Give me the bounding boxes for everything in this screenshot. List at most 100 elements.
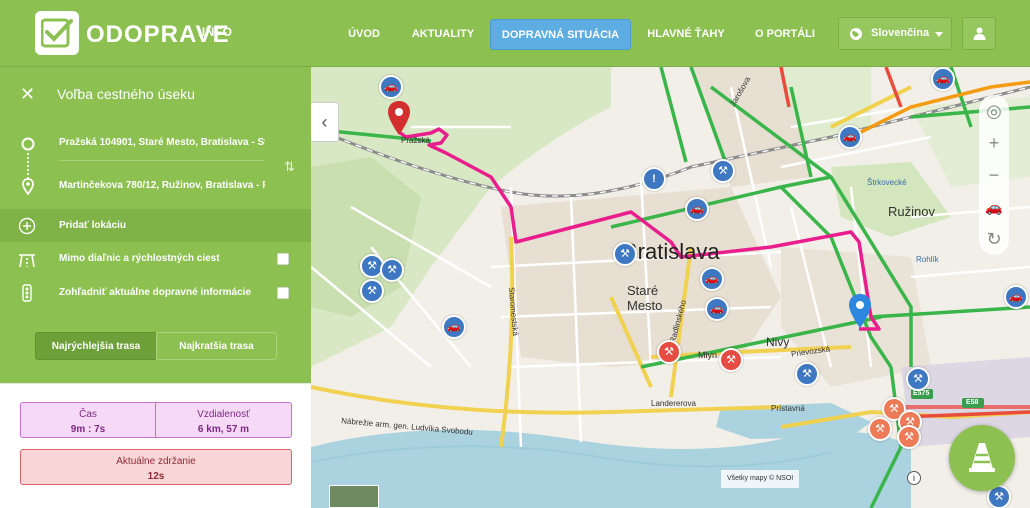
route-to-row[interactable]: Martinčekova 780/12, Ružinov, Bratislava… <box>0 170 272 204</box>
info-icon[interactable]: i <box>907 471 921 485</box>
car-icon: 🚗 <box>447 321 461 333</box>
road-shield-e575: E575 <box>913 390 930 397</box>
roadwork-icon: ⚒ <box>620 248 630 260</box>
label-strkovecke: Štrkovecké <box>867 178 907 187</box>
chevron-down-icon <box>935 32 943 37</box>
traffic-light-icon <box>22 284 32 302</box>
distance-value: 6 km, 57 m <box>197 424 250 435</box>
roadwork-icon: ⚒ <box>367 260 377 272</box>
road-shield-e58: E58 <box>966 399 979 406</box>
globe-icon <box>850 28 862 40</box>
route-from-input[interactable]: Pražská 104901, Staré Mesto, Bratislava … <box>59 137 265 148</box>
delay-value: 12s <box>147 471 165 482</box>
time-value: 9m : 7s <box>70 424 106 435</box>
roadwork-icon: ⚒ <box>664 346 674 358</box>
roadwork-icon: ⚒ <box>904 431 914 443</box>
car-icon: 🚗 <box>705 273 719 285</box>
refresh-icon[interactable]: ↻ <box>979 223 1009 255</box>
language-select[interactable]: Slovenčina <box>838 17 952 50</box>
logo-check-icon[interactable] <box>35 11 79 55</box>
traffic-jam-marker[interactable]: 🚗 <box>838 125 862 149</box>
end-pin-icon[interactable] <box>848 293 872 329</box>
roadwork-fab-button[interactable] <box>949 425 1015 491</box>
traffic-jam-marker[interactable]: 🚗 <box>379 75 403 99</box>
car-icon: 🚗 <box>1009 291 1023 303</box>
nav-dopravna-situacia[interactable]: DOPRAVNÁ SITUÁCIA <box>490 19 631 50</box>
closure-marker[interactable]: ⚒ <box>719 348 743 372</box>
map-controls: ◎ + − 🚗 ↻ <box>979 95 1009 255</box>
distance-label: Vzdialenosť <box>197 409 250 420</box>
roadwork-marker[interactable]: ⚒ <box>360 279 384 303</box>
time-label: Čas <box>79 409 97 420</box>
roadwork-marker[interactable]: ⚒ <box>906 367 930 391</box>
nav-uvod[interactable]: ÚVOD <box>340 19 388 50</box>
route-results: Čas 9m : 7s Vzdialenosť 6 km, 57 m Aktuá… <box>0 383 311 508</box>
roadwork-marker[interactable]: ⚒ <box>380 258 404 282</box>
user-button[interactable] <box>962 17 996 50</box>
roadwork-icon: ⚒ <box>387 264 397 276</box>
user-icon <box>973 27 986 40</box>
traffic-jam-marker[interactable]: 🚗 <box>442 315 466 339</box>
traffic-info-checkbox[interactable] <box>277 287 289 299</box>
car-icon: 🚗 <box>384 81 398 93</box>
zoom-out-button[interactable]: − <box>979 159 1009 191</box>
roadwork-icon: ⚒ <box>875 423 885 435</box>
district-label-ruzinov: Ružinov <box>888 204 935 219</box>
street-label-prazska: Pražská <box>401 136 430 145</box>
add-location-button[interactable]: Pridať lokáciu <box>0 209 311 242</box>
time-box: Čas 9m : 7s <box>20 402 156 438</box>
option-no-highways[interactable]: Mimo diaľnic a rýchlostných ciest <box>0 242 311 275</box>
route-from-row[interactable]: Pražská 104901, Staré Mesto, Bratislava … <box>0 127 272 161</box>
traffic-jam-marker[interactable]: 🚗 <box>685 197 709 221</box>
roadwork-marker[interactable]: ⚒ <box>613 242 637 266</box>
roadwork-marker[interactable]: ⚒ <box>795 362 819 386</box>
delay-label: Aktuálne zdržanie <box>116 456 196 467</box>
nav-hlavne-tahy[interactable]: HLAVNÉ ŤAHY <box>641 19 731 50</box>
swap-icon[interactable]: ⇅ <box>284 159 295 175</box>
closure-marker[interactable]: ⚒ <box>657 340 681 364</box>
top-header: ODOPRAVE .INFO ÚVOD AKTUALITY DOPRAVNÁ S… <box>0 0 1030 67</box>
traffic-jam-marker[interactable]: 🚗 <box>705 297 729 321</box>
shortest-route-button[interactable]: Najkratšia trasa <box>156 332 277 360</box>
roadwork-icon: ⚒ <box>726 354 736 366</box>
route-to-input[interactable]: Martinčekova 780/12, Ružinov, Bratislava… <box>59 180 265 191</box>
highway-icon <box>19 254 35 268</box>
car-icon: 🚗 <box>936 73 950 85</box>
fastest-route-button[interactable]: Najrýchlejšia trasa <box>35 332 157 360</box>
plus-circle-icon <box>18 217 36 235</box>
roadwork-marker[interactable]: ⚒ <box>711 159 735 183</box>
car-icon: 🚗 <box>843 131 857 143</box>
map-layer-thumbnail[interactable] <box>329 485 379 508</box>
street-label-mlynske: Mlyn <box>698 350 718 360</box>
collapse-panel-button[interactable]: ‹ <box>311 102 339 142</box>
label-rohlik: Rohlík <box>916 255 939 264</box>
zoom-in-button[interactable]: + <box>979 127 1009 159</box>
nav-aktuality[interactable]: AKTUALITY <box>404 19 482 50</box>
close-icon[interactable]: ✕ <box>20 85 35 103</box>
option-no-highways-label: Mimo diaľnic a rýchlostných ciest <box>59 253 220 264</box>
roadwork-icon: ⚒ <box>367 285 377 297</box>
locate-icon[interactable]: ◎ <box>979 95 1009 127</box>
start-pin-icon[interactable] <box>387 100 411 136</box>
map-attribution: Všetky mapy © NSOI <box>721 470 800 488</box>
district-label-nivy: Nivy <box>766 335 790 349</box>
traffic-jam-marker[interactable]: 🚗 <box>700 267 724 291</box>
nav-o-portali[interactable]: O PORTÁLI <box>748 19 822 50</box>
start-point-icon <box>21 137 35 151</box>
roadwork-cluster-marker[interactable]: ⚒ <box>868 417 892 441</box>
roadwork-icon: ⚒ <box>913 373 923 385</box>
traffic-jam-marker[interactable]: 🚗 <box>1004 285 1028 309</box>
option-traffic-info-label: Zohľadniť aktuálne dopravné informácie <box>59 287 252 298</box>
roadwork-cluster-marker[interactable]: ⚒ <box>897 425 921 449</box>
warning-marker[interactable]: ! <box>642 167 666 191</box>
panel-title: Voľba cestného úseku <box>57 86 195 102</box>
street-label-landererova: Landererova <box>651 399 696 408</box>
traffic-jam-marker[interactable]: 🚗 <box>931 67 955 91</box>
option-traffic-info[interactable]: Zohľadniť aktuálne dopravné informácie <box>0 276 311 309</box>
map-canvas[interactable] <box>311 67 1030 508</box>
traffic-map[interactable]: Bratislava Staré Mesto Ružinov Nivy Prie… <box>311 67 1030 508</box>
delay-box: Aktuálne zdržanie 12s <box>20 449 292 485</box>
no-highways-checkbox[interactable] <box>277 253 289 265</box>
traffic-layer-icon[interactable]: 🚗 <box>979 191 1009 223</box>
divider <box>59 160 264 161</box>
